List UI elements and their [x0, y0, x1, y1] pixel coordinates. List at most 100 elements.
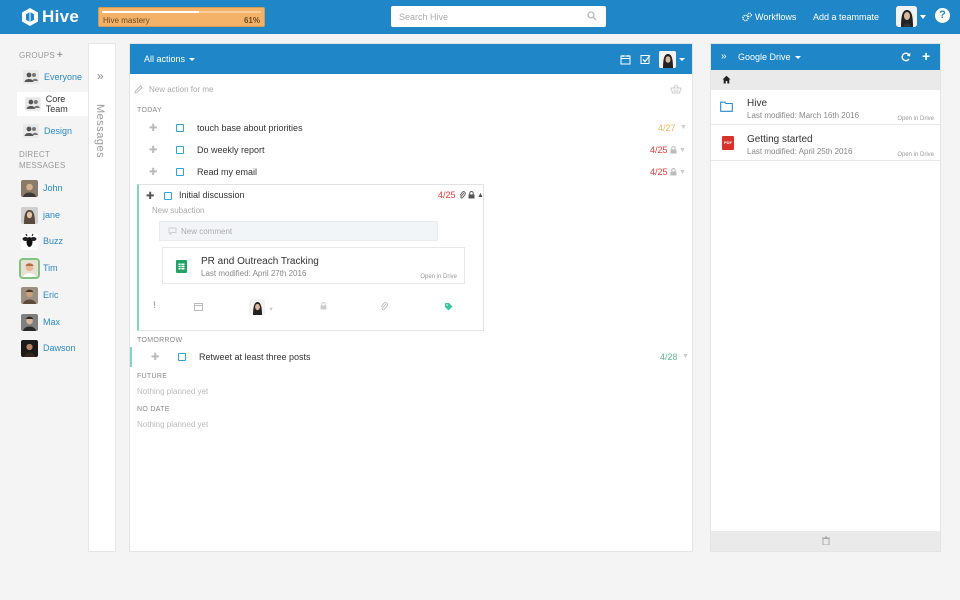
- dm-label: Eric: [43, 290, 59, 300]
- action-checkbox[interactable]: [176, 168, 184, 176]
- chevron-down-icon: [794, 55, 801, 59]
- dm-label: John: [43, 183, 63, 193]
- search-input[interactable]: [391, 6, 581, 27]
- group-item-design[interactable]: Design: [17, 119, 89, 143]
- workflows-label: Workflows: [755, 12, 797, 22]
- action-meta: ▲: [459, 191, 484, 199]
- dm-title-line1: DIRECT: [19, 150, 50, 159]
- drive-source-dropdown[interactable]: Google Drive: [738, 52, 801, 62]
- mastery-progress[interactable]: Hive mastery 61%: [98, 7, 265, 27]
- action-title: Do weekly report: [197, 145, 265, 155]
- action-checkbox[interactable]: [176, 124, 184, 132]
- user-avatar-image: [896, 6, 917, 27]
- group-item-everyone[interactable]: Everyone: [17, 65, 89, 89]
- tag-icon[interactable]: [444, 302, 453, 311]
- dm-item-eric[interactable]: Eric: [21, 285, 59, 305]
- dm-item-john[interactable]: John: [21, 178, 63, 198]
- action-meta: ▼: [670, 168, 686, 176]
- section-tomorrow: TOMORROW: [137, 337, 183, 344]
- dm-label: Buzz: [43, 236, 64, 246]
- basket-icon[interactable]: [670, 84, 682, 94]
- assignee-caret-icon[interactable]: [679, 58, 685, 61]
- lock-icon[interactable]: [320, 302, 327, 310]
- priority-icon[interactable]: !: [153, 300, 156, 310]
- add-teammate-link[interactable]: Add a teammate: [813, 12, 879, 22]
- action-checkbox[interactable]: [176, 146, 184, 154]
- chevron-down-icon[interactable]: ▼: [268, 307, 274, 313]
- dm-item-buzz[interactable]: Buzz: [21, 231, 63, 251]
- group-label: Design: [44, 126, 73, 136]
- new-action-input[interactable]: [149, 84, 569, 94]
- drive-panel: » Google Drive + Hive Last modified: Mar…: [710, 43, 941, 552]
- expand-messages-icon[interactable]: »: [97, 69, 104, 83]
- home-icon[interactable]: [722, 75, 731, 84]
- add-group-icon[interactable]: +: [57, 50, 63, 61]
- action-checkbox[interactable]: [164, 192, 172, 200]
- paperclip-icon[interactable]: [380, 302, 388, 311]
- hive-hexagon-icon: [22, 8, 38, 26]
- action-row[interactable]: ✚ Read my email 4/25 ▼: [130, 162, 692, 182]
- lock-icon: [670, 168, 677, 176]
- action-checkbox[interactable]: [178, 353, 186, 361]
- drag-handle-icon[interactable]: ✚: [146, 191, 154, 202]
- messages-rail[interactable]: » Messages: [88, 43, 116, 552]
- assignee-avatar[interactable]: [659, 51, 676, 68]
- dm-item-jane[interactable]: jane: [21, 205, 60, 225]
- action-meta: ▼: [680, 353, 689, 360]
- dm-item-dawson[interactable]: Dawson: [21, 338, 76, 358]
- action-title: Retweet at least three posts: [199, 352, 311, 362]
- dm-item-max[interactable]: Max: [21, 312, 60, 332]
- add-file-icon[interactable]: +: [922, 48, 930, 64]
- calendar-icon[interactable]: [194, 302, 203, 311]
- chevron-up-icon[interactable]: ▲: [477, 192, 484, 199]
- group-label: Everyone: [44, 72, 83, 82]
- action-row[interactable]: ✚ Retweet at least three posts 4/28 ▼: [130, 347, 692, 367]
- action-row[interactable]: ✚ Do weekly report 4/25 ▼: [130, 140, 692, 160]
- open-in-drive-link[interactable]: Open in Drive: [420, 274, 457, 280]
- drag-handle-icon[interactable]: ✚: [151, 352, 159, 363]
- dm-item-tim[interactable]: Tim: [19, 257, 58, 279]
- action-due-date: 4/25: [650, 167, 668, 177]
- trash-icon[interactable]: [822, 536, 830, 545]
- chevron-down-icon: [189, 57, 196, 61]
- avatar: [21, 206, 38, 224]
- dm-label: Dawson: [43, 343, 76, 353]
- drive-file-row[interactable]: PDF Getting started Last modified: April…: [711, 126, 940, 161]
- checkbox-icon[interactable]: [640, 54, 651, 65]
- chevron-down-icon[interactable]: ▼: [679, 147, 686, 154]
- action-title[interactable]: Initial discussion: [179, 190, 245, 200]
- workflows-link[interactable]: Workflows: [742, 12, 796, 22]
- refresh-icon[interactable]: [901, 52, 911, 62]
- help-icon[interactable]: ?: [935, 8, 950, 23]
- user-avatar[interactable]: [896, 6, 917, 27]
- open-in-drive-link[interactable]: Open in Drive: [897, 116, 934, 122]
- no-date-empty-note: Nothing planned yet: [137, 420, 209, 429]
- drive-header: » Google Drive +: [711, 44, 940, 70]
- drive-footer: [711, 531, 940, 551]
- calendar-icon[interactable]: [620, 54, 631, 65]
- comment-input[interactable]: [181, 226, 421, 236]
- open-in-drive-link[interactable]: Open in Drive: [897, 152, 934, 158]
- group-item-core-team[interactable]: Core Team: [17, 92, 89, 116]
- user-menu-caret-icon[interactable]: [920, 15, 926, 19]
- action-meta: ▼: [678, 124, 687, 131]
- action-row[interactable]: ✚ touch base about priorities 4/27 ▼: [130, 118, 692, 138]
- collapse-panel-icon[interactable]: »: [721, 51, 727, 62]
- drag-handle-icon[interactable]: ✚: [149, 167, 157, 178]
- chevron-down-icon[interactable]: ▼: [682, 353, 689, 360]
- attachment-card[interactable]: PR and Outreach Tracking Last modified: …: [162, 247, 465, 284]
- section-no-date: NO DATE: [137, 406, 170, 413]
- all-actions-dropdown[interactable]: All actions: [144, 54, 196, 64]
- dm-title-line2: MESSAGES: [19, 161, 66, 170]
- assignee-avatar[interactable]: [249, 299, 265, 315]
- chevron-down-icon[interactable]: ▼: [680, 124, 687, 131]
- drag-handle-icon[interactable]: ✚: [149, 123, 157, 134]
- search-icon[interactable]: [587, 11, 597, 21]
- chevron-down-icon[interactable]: ▼: [679, 169, 686, 176]
- drag-handle-icon[interactable]: ✚: [149, 145, 157, 156]
- groups-title: GROUPS +: [19, 50, 63, 61]
- drive-file-row[interactable]: Hive Last modified: March 16th 2016 Open…: [711, 90, 940, 125]
- future-empty-note: Nothing planned yet: [137, 387, 209, 396]
- new-subaction-input[interactable]: [152, 206, 452, 215]
- hive-logo[interactable]: Hive: [22, 7, 79, 27]
